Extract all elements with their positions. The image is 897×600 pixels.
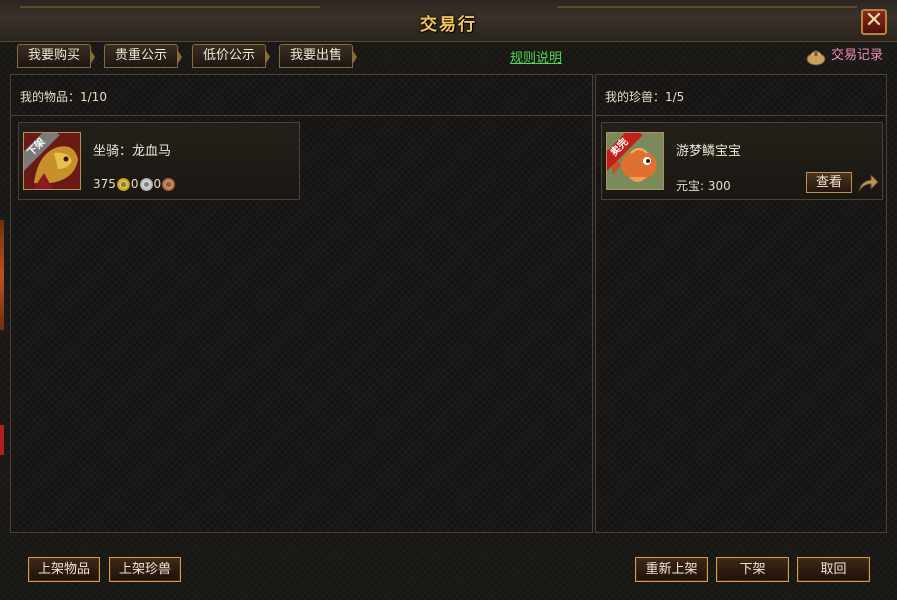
my-pets-header: 我的珍兽：1/5: [596, 75, 886, 116]
my-pets-panel: 我的珍兽：1/5 卖完 游梦鳞宝宝 元宝: 300 查看: [595, 74, 887, 533]
pet-price: 元宝: 300: [676, 179, 731, 193]
trade-window: 交易行 ✕ 我要购买 贵重公示 低价公示 我要出售 规则说明 交易记录 我的物品…: [0, 0, 897, 600]
tab-lowprice-notice[interactable]: 低价公示: [192, 44, 271, 68]
tab-buy[interactable]: 我要购买: [17, 44, 96, 68]
tab-valuable-notice[interactable]: 贵重公示: [104, 44, 183, 68]
silver-amount: 0: [130, 177, 139, 191]
silver-coin-icon: [139, 177, 153, 191]
pet-icon: 卖完: [606, 132, 664, 190]
copper-coin-icon: [162, 177, 176, 191]
my-items-panel: 我的物品：1/10 下架 坐骑：龙血马 375 0 0: [10, 74, 593, 533]
gold-amount: 375: [93, 177, 116, 191]
pet-card[interactable]: 卖完 游梦鳞宝宝 元宝: 300 查看: [601, 122, 883, 200]
trade-record-link[interactable]: 交易记录: [805, 44, 883, 68]
delist-button[interactable]: 下架: [716, 557, 789, 582]
item-card[interactable]: 下架 坐骑：龙血马 375 0 0: [18, 122, 300, 200]
gold-coin-icon: [116, 177, 130, 191]
background-edge-marker: [0, 425, 4, 455]
item-price: 375 0 0: [93, 177, 176, 191]
close-button[interactable]: ✕: [861, 9, 887, 35]
copper-amount: 0: [153, 177, 162, 191]
share-arrow-icon[interactable]: [857, 173, 879, 193]
title-bar[interactable]: 交易行 ✕: [0, 0, 897, 42]
retrieve-button[interactable]: 取回: [797, 557, 870, 582]
rules-link[interactable]: 规则说明: [510, 47, 562, 66]
window-title: 交易行: [420, 15, 477, 35]
list-item-button[interactable]: 上架物品: [28, 557, 100, 582]
trade-record-label: 交易记录: [830, 48, 883, 63]
list-pet-button[interactable]: 上架珍兽: [109, 557, 181, 582]
bag-icon: [806, 50, 826, 65]
my-items-header: 我的物品：1/10: [11, 75, 592, 116]
item-name: 坐骑：龙血马: [93, 144, 172, 159]
mount-icon: 下架: [23, 132, 81, 190]
view-button[interactable]: 查看: [806, 172, 852, 193]
tab-sell[interactable]: 我要出售: [279, 44, 358, 68]
background-edge-decoration: [0, 220, 4, 330]
pet-name: 游梦鳞宝宝: [676, 144, 742, 159]
relist-button[interactable]: 重新上架: [635, 557, 708, 582]
